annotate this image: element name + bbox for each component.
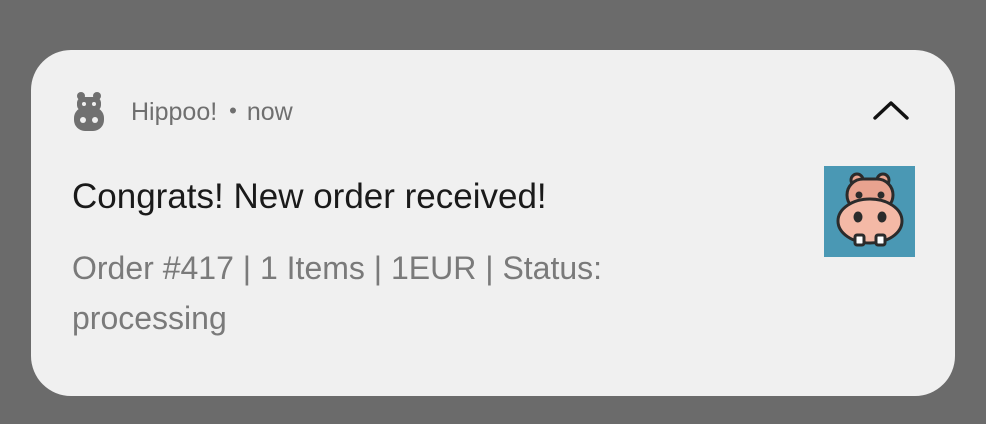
notification-thumbnail (824, 166, 915, 257)
hippo-app-icon (73, 90, 105, 134)
notification-body: Order #417 | 1 Items | 1EUR | Status: pr… (72, 250, 603, 336)
chevron-up-icon (872, 99, 910, 126)
notification-time: now (246, 97, 293, 126)
notification-title: Congrats! New order received! (72, 177, 547, 216)
order-notification[interactable]: Hippoo! • now Congrats! New order receiv… (31, 50, 955, 396)
collapse-button[interactable] (871, 96, 911, 128)
notification-header: Hippoo! • now (73, 90, 293, 134)
app-name: Hippoo! (131, 97, 218, 126)
hippo-avatar-icon (835, 171, 905, 252)
header-separator: • (229, 98, 237, 123)
